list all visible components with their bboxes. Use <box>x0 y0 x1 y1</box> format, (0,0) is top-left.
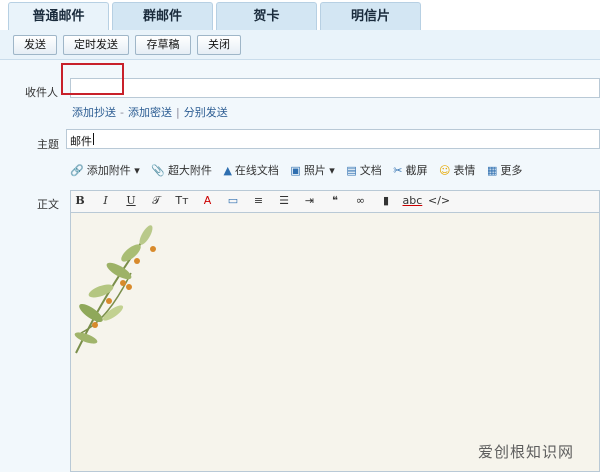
source-code-button[interactable]: </> <box>428 191 450 211</box>
compose-area: 收件人 添加抄送 - 添加密送 | 分别发送 主题 邮件 🔗 添加附件 ▾ 📎 超大附件 ▲… <box>0 60 600 472</box>
font-size-icon[interactable]: Tт <box>173 191 191 211</box>
tab-greeting-card[interactable]: 贺卡 <box>216 2 317 30</box>
subject-field[interactable]: 邮件 <box>66 129 600 149</box>
screenshot-button[interactable]: ✂ 截屏 <box>393 162 427 178</box>
smiley-icon: ☺ <box>438 164 451 177</box>
document-icon: ▤ <box>346 164 357 177</box>
subject-label: 主题 <box>37 138 59 151</box>
add-attachment-label: 添加附件 <box>86 164 131 177</box>
body-label: 正文 <box>37 198 59 211</box>
italic-button[interactable]: I <box>97 191 115 211</box>
more-label: 更多 <box>500 164 523 177</box>
background-color-icon[interactable]: ▭ <box>224 191 242 211</box>
photo-icon: ▣ <box>290 164 301 177</box>
document-label: 文档 <box>359 164 382 177</box>
spellcheck-button[interactable]: abc <box>403 191 423 211</box>
attachment-toolbar: 🔗 添加附件 ▾ 📎 超大附件 ▲ 在线文档 ▣ 照片 ▾ ▤ 文档 ✂ 截屏 ☺ 表情 ▦ 更… <box>70 162 530 182</box>
subject-highlight-box <box>61 63 124 95</box>
online-doc-icon: ▲ <box>223 164 232 177</box>
photo-label: 照片 <box>303 164 326 177</box>
tab-group-mail[interactable]: 群邮件 <box>112 2 213 30</box>
grid-icon: ▦ <box>486 164 498 177</box>
floral-decoration <box>74 225 156 354</box>
emoji-label: 表情 <box>453 164 476 177</box>
online-doc-button[interactable]: ▲ 在线文档 <box>223 162 278 178</box>
screenshot-label: 截屏 <box>405 164 428 177</box>
tab-bar: 普通邮件 群邮件 贺卡 明信片 <box>0 0 600 30</box>
recipient-options: 添加抄送 - 添加密送 | 分别发送 <box>72 106 228 119</box>
recipient-label: 收件人 <box>25 86 58 99</box>
compose-toolbar: 发送 定时发送 存草稿 关闭 <box>0 30 600 60</box>
subject-value: 邮件 <box>70 135 92 148</box>
send-button[interactable]: 发送 <box>13 35 57 55</box>
emoji-button[interactable]: ☺ 表情 <box>439 162 475 178</box>
editor-toolbar: B I U 𝒯 Tт A ▭ ≡ ☰ ⇥ ❝ ∞ ▮ abc </> <box>70 190 600 212</box>
add-cc-link[interactable]: 添加抄送 <box>72 106 116 119</box>
body-editor[interactable] <box>70 212 600 472</box>
tab-normal-mail[interactable]: 普通邮件 <box>8 2 109 30</box>
document-button[interactable]: ▤ 文档 <box>346 162 381 178</box>
close-button[interactable]: 关闭 <box>197 35 241 55</box>
online-doc-label: 在线文档 <box>234 164 279 177</box>
large-attachment-button[interactable]: 📎 超大附件 <box>151 162 212 178</box>
indent-icon[interactable]: ⇥ <box>301 191 319 211</box>
large-attachment-label: 超大附件 <box>167 164 212 177</box>
scissors-icon: ✂ <box>393 164 403 177</box>
font-icon[interactable]: 𝒯 <box>148 191 166 211</box>
add-bcc-link[interactable]: 添加密送 <box>128 106 172 119</box>
watermark-text: 爱创根知识网 <box>477 443 574 461</box>
recipient-field[interactable] <box>70 78 600 98</box>
paperclip-icon: 🔗 <box>70 164 84 177</box>
more-button[interactable]: ▦ 更多 <box>487 162 522 178</box>
save-draft-button[interactable]: 存草稿 <box>135 35 191 55</box>
list-icon[interactable]: ☰ <box>275 191 293 211</box>
add-attachment-button[interactable]: 🔗 添加附件 ▾ <box>70 162 140 178</box>
underline-button[interactable]: U <box>122 191 140 211</box>
bold-button[interactable]: B <box>71 191 89 211</box>
insert-icon[interactable]: ▮ <box>377 191 395 211</box>
align-icon[interactable]: ≡ <box>250 191 268 211</box>
scheduled-send-button[interactable]: 定时发送 <box>63 35 129 55</box>
separate-send-link[interactable]: 分别发送 <box>184 106 228 119</box>
quote-icon[interactable]: ❝ <box>326 191 344 211</box>
photo-button[interactable]: ▣ 照片 ▾ <box>290 162 334 178</box>
link-icon[interactable]: ∞ <box>352 191 370 211</box>
tab-postcard[interactable]: 明信片 <box>320 2 421 30</box>
font-color-icon[interactable]: A <box>199 191 217 211</box>
clip-icon: 📎 <box>151 164 165 177</box>
text-cursor <box>93 133 94 145</box>
